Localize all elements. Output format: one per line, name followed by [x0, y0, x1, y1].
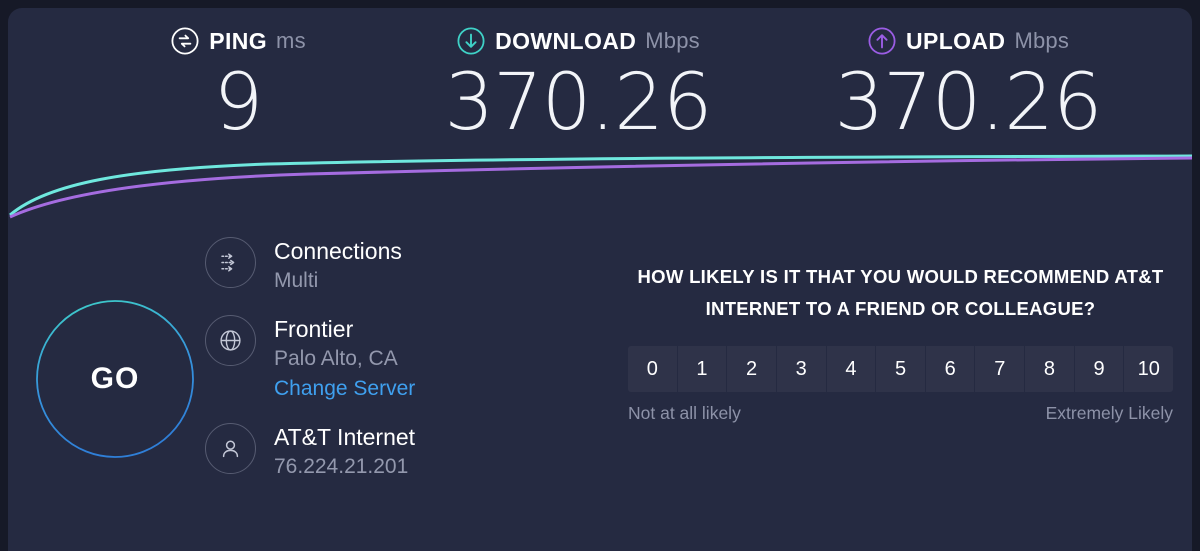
server-name: Frontier — [274, 316, 354, 342]
survey-low-label: Not at all likely — [628, 403, 741, 423]
connections-text: Connections Multi — [274, 235, 402, 296]
metric-ping-value: 9 — [213, 58, 264, 148]
isp-name: AT&T Internet — [274, 424, 416, 450]
connections-icon — [221, 253, 235, 272]
survey-question: HOW LIKELY IS IT THAT YOU WOULD RECOMMEN… — [637, 266, 1164, 319]
metric-upload-unit: Mbps — [1014, 28, 1070, 53]
download-arrow-icon — [457, 27, 485, 55]
go-button-wrap: GO — [35, 299, 195, 459]
survey-scale: 0 1 2 3 4 5 6 7 8 9 10 — [628, 346, 1173, 392]
connections-title: Connections — [274, 238, 402, 264]
globe-icon — [220, 330, 241, 351]
person-icon — [222, 440, 239, 458]
go-button-label: GO — [90, 362, 140, 395]
ping-icon — [171, 27, 199, 55]
survey-scale-labels: Not at all likely Extremely Likely — [628, 403, 1173, 424]
metric-upload-label: UPLOAD — [905, 27, 1006, 54]
scale-option-5[interactable]: 5 — [876, 346, 926, 392]
upload-curve — [9, 156, 1192, 219]
results-strip: PING ms 9 DOWNLOAD Mbps 370.26 UPLOAD Mb… — [8, 8, 1192, 168]
download-curve — [9, 154, 1192, 217]
metric-upload-header: UPLOAD Mbps — [798, 24, 1138, 58]
scale-option-10[interactable]: 10 — [1124, 346, 1173, 392]
server-location: Palo Alto, CA — [274, 347, 398, 370]
scale-option-3[interactable]: 3 — [776, 346, 827, 392]
scale-option-0[interactable]: 0 — [628, 346, 678, 392]
nps-survey: HOW LIKELY IS IT THAT YOU WOULD RECOMMEN… — [628, 261, 1173, 424]
connections-icon-wrap — [205, 237, 256, 288]
metric-download-unit: Mbps — [645, 28, 700, 53]
info-row-isp: AT&T Internet 76.224.21.201 — [205, 421, 535, 482]
scale-option-9[interactable]: 9 — [1074, 346, 1125, 392]
scale-option-6[interactable]: 6 — [925, 346, 976, 392]
lower-panel: GO Connections Multi Frontier Palo Alto,… — [8, 223, 1192, 551]
connections-value: Multi — [274, 269, 319, 292]
metric-download-value: 370.26 — [444, 58, 713, 148]
upload-arrow-icon — [868, 27, 896, 55]
metric-upload-value: 370.26 — [834, 58, 1103, 148]
metric-download-label: DOWNLOAD — [495, 27, 637, 54]
connection-info: Connections Multi Frontier Palo Alto, CA… — [205, 235, 535, 499]
scale-option-7[interactable]: 7 — [975, 346, 1026, 392]
survey-high-label: Extremely Likely — [1045, 403, 1173, 423]
info-row-server: Frontier Palo Alto, CA Change Server — [205, 313, 535, 404]
metric-ping: PING ms 9 — [88, 24, 388, 146]
metric-download: DOWNLOAD Mbps 370.26 — [398, 24, 758, 146]
isp-ip-address: 76.224.21.201 — [274, 455, 409, 478]
scale-option-2[interactable]: 2 — [727, 346, 777, 392]
isp-text: AT&T Internet 76.224.21.201 — [274, 421, 415, 482]
metric-ping-unit: ms — [276, 28, 306, 53]
speed-graph — [9, 154, 1192, 219]
info-row-connections: Connections Multi — [205, 235, 535, 296]
server-text: Frontier Palo Alto, CA Change Server — [274, 313, 415, 404]
scale-option-4[interactable]: 4 — [826, 346, 877, 392]
metric-ping-label: PING — [209, 27, 268, 54]
go-button[interactable]: GO — [35, 299, 195, 459]
metric-ping-header: PING ms — [88, 24, 388, 58]
globe-icon-wrap — [205, 315, 256, 366]
change-server-link[interactable]: Change Server — [274, 374, 415, 404]
scale-option-1[interactable]: 1 — [677, 346, 728, 392]
scale-option-8[interactable]: 8 — [1025, 346, 1075, 392]
speedtest-window: PING ms 9 DOWNLOAD Mbps 370.26 UPLOAD Mb… — [8, 8, 1192, 551]
person-icon-wrap — [205, 423, 256, 474]
metric-download-header: DOWNLOAD Mbps — [398, 24, 758, 58]
metric-upload: UPLOAD Mbps 370.26 — [798, 24, 1138, 146]
